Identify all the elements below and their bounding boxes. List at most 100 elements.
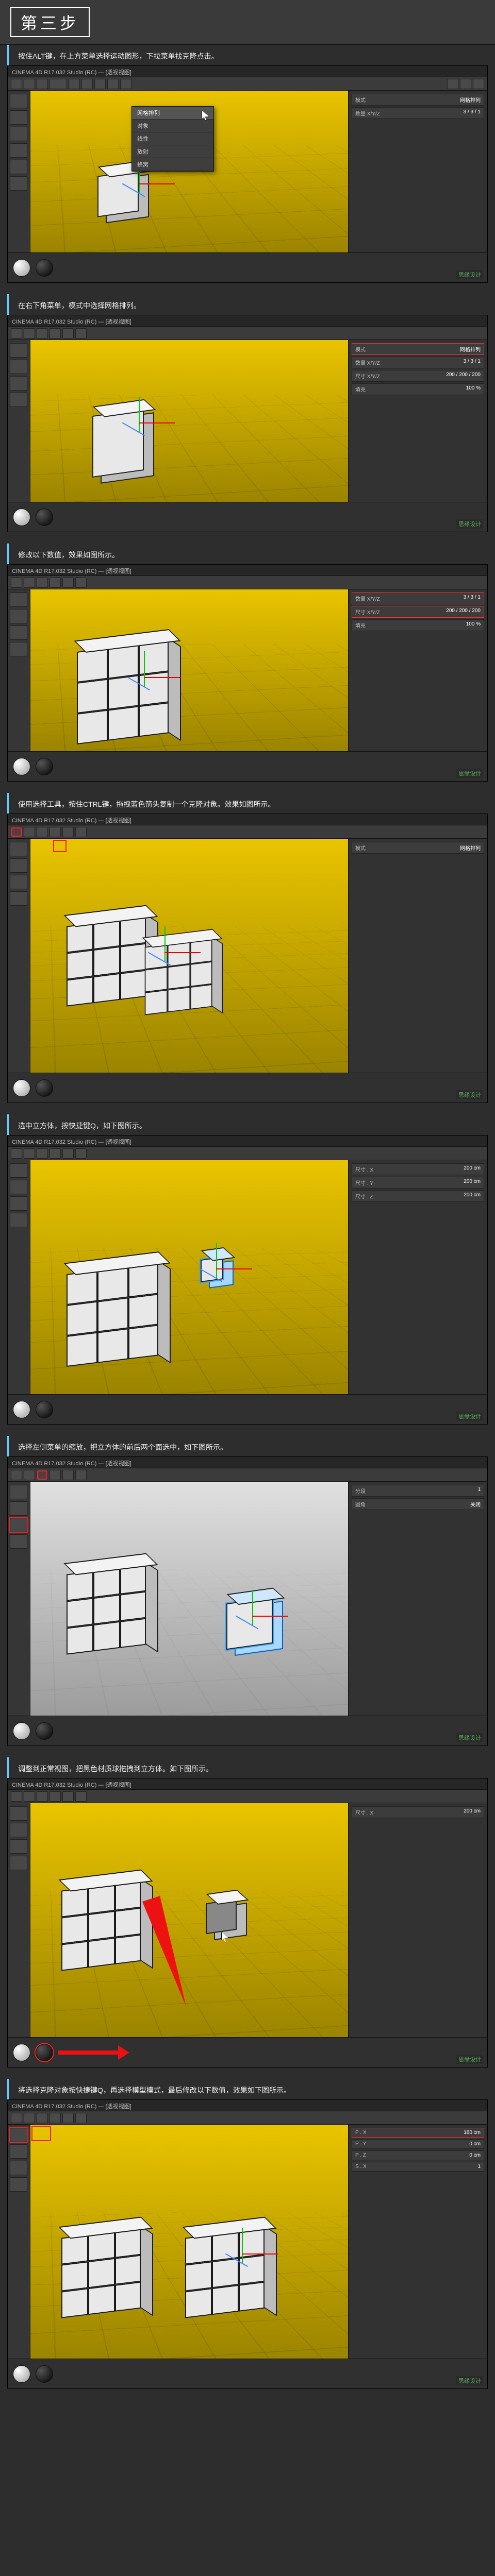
material-swatch[interactable] bbox=[13, 1079, 30, 1097]
material-swatch[interactable] bbox=[36, 509, 53, 526]
material-swatch[interactable] bbox=[36, 758, 53, 775]
axis-gizmo[interactable] bbox=[252, 1590, 253, 1626]
material-swatch[interactable] bbox=[13, 1722, 30, 1740]
cube-object[interactable] bbox=[92, 409, 144, 478]
tool-button[interactable] bbox=[10, 393, 27, 407]
scale-tool-button[interactable] bbox=[37, 1470, 48, 1480]
tool-button[interactable] bbox=[10, 1213, 27, 1227]
attr-row[interactable]: 尺寸 . Y200 cm bbox=[352, 1177, 484, 1189]
tool-button[interactable] bbox=[10, 1485, 27, 1499]
menu-item-clone[interactable]: 网格排列 bbox=[132, 107, 213, 120]
toolbar-button[interactable] bbox=[11, 1148, 22, 1159]
tool-button[interactable] bbox=[10, 2161, 27, 2175]
toolbar-button[interactable] bbox=[37, 1791, 48, 1802]
tool-button[interactable] bbox=[10, 1806, 27, 1821]
select-tool-button[interactable] bbox=[11, 827, 22, 837]
toolbar-button[interactable] bbox=[24, 328, 35, 338]
tool-button[interactable] bbox=[10, 94, 27, 108]
axis-gizmo[interactable] bbox=[164, 926, 166, 962]
material-swatch[interactable] bbox=[13, 2044, 30, 2061]
attr-row[interactable]: 填充100 % bbox=[352, 619, 484, 631]
cube-with-material[interactable] bbox=[206, 1899, 237, 1934]
toolbar-button[interactable] bbox=[37, 578, 48, 588]
toolbar-button[interactable] bbox=[11, 578, 22, 588]
clone-grid-3x3[interactable] bbox=[77, 640, 170, 744]
axis-gizmo[interactable] bbox=[139, 397, 140, 433]
toolbar-button[interactable] bbox=[447, 79, 458, 89]
attr-row[interactable]: P . Z0 cm bbox=[352, 2150, 484, 2160]
menu-item[interactable]: 线性 bbox=[132, 132, 213, 145]
tool-button[interactable] bbox=[10, 143, 27, 158]
toolbar-button[interactable] bbox=[62, 1470, 74, 1480]
menu-item[interactable]: 蜂窝 bbox=[132, 158, 213, 171]
toolbar-button[interactable] bbox=[24, 1148, 35, 1159]
material-swatch[interactable] bbox=[36, 1401, 53, 1418]
viewport[interactable] bbox=[30, 1482, 348, 1716]
clone-grid[interactable] bbox=[61, 1880, 142, 1971]
viewport[interactable]: 网格排列 对象 线性 放射 蜂窝 bbox=[30, 91, 348, 252]
attr-row[interactable]: 数量 X/Y/Z3 / 3 / 1 bbox=[352, 107, 484, 119]
toolbar-button[interactable] bbox=[94, 79, 106, 89]
attr-row[interactable]: 尺寸 . X200 cm bbox=[352, 1806, 484, 1818]
toolbar-button[interactable] bbox=[75, 1470, 87, 1480]
toolbar-button[interactable] bbox=[24, 2113, 35, 2123]
toolbar-button[interactable] bbox=[24, 578, 35, 588]
toolbar-button[interactable] bbox=[11, 2113, 22, 2123]
toolbar-button[interactable] bbox=[37, 79, 48, 89]
attr-row[interactable]: 数量 X/Y/Z3 / 3 / 1 bbox=[352, 592, 484, 604]
axis-gizmo[interactable] bbox=[242, 2228, 243, 2264]
material-swatch-black[interactable] bbox=[36, 2044, 53, 2061]
viewport[interactable] bbox=[30, 340, 348, 502]
tool-button[interactable] bbox=[10, 858, 27, 873]
menu-item[interactable]: 对象 bbox=[132, 120, 213, 132]
attr-row[interactable]: 数量 X/Y/Z3 / 3 / 1 bbox=[352, 357, 484, 368]
attr-row[interactable]: 尺寸 . Z200 cm bbox=[352, 1190, 484, 1202]
tool-button[interactable] bbox=[10, 127, 27, 141]
viewport[interactable] bbox=[30, 2125, 348, 2359]
tool-button[interactable] bbox=[10, 376, 27, 391]
toolbar-button[interactable] bbox=[473, 79, 484, 89]
attr-row[interactable]: 模式网格排列 bbox=[352, 94, 484, 106]
toolbar-button[interactable] bbox=[50, 1148, 61, 1159]
tool-button[interactable] bbox=[10, 592, 27, 607]
attr-row[interactable]: 圆角关闭 bbox=[352, 1498, 484, 1510]
toolbar-button[interactable] bbox=[50, 578, 61, 588]
tool-button[interactable] bbox=[10, 2177, 27, 2192]
viewport[interactable] bbox=[30, 589, 348, 751]
attr-row[interactable]: 分段1 bbox=[352, 1485, 484, 1497]
toolbar-button[interactable] bbox=[81, 79, 93, 89]
tool-button[interactable] bbox=[10, 1534, 27, 1549]
clone-grid-copy[interactable] bbox=[145, 939, 213, 1015]
toolbar-button[interactable] bbox=[37, 1148, 48, 1159]
axis-gizmo[interactable] bbox=[216, 1243, 217, 1279]
cube-object[interactable] bbox=[97, 170, 139, 217]
toolbar-button[interactable] bbox=[11, 328, 22, 338]
tool-button[interactable] bbox=[10, 625, 27, 640]
single-cube-selected[interactable] bbox=[201, 1257, 223, 1282]
toolbar-button[interactable] bbox=[75, 1791, 87, 1802]
toolbar-button[interactable] bbox=[62, 827, 74, 837]
toolbar-button[interactable] bbox=[50, 328, 61, 338]
tool-button[interactable] bbox=[10, 360, 27, 374]
attr-row[interactable]: 尺寸 . X200 cm bbox=[352, 1163, 484, 1175]
attr-row[interactable]: 尺寸 X/Y/Z200 / 200 / 200 bbox=[352, 370, 484, 382]
toolbar-button[interactable] bbox=[24, 79, 35, 89]
material-swatch[interactable] bbox=[36, 259, 53, 277]
toolbar-button[interactable] bbox=[460, 79, 471, 89]
tool-button[interactable] bbox=[10, 609, 27, 623]
toolbar-button[interactable] bbox=[50, 1791, 61, 1802]
tool-button[interactable] bbox=[10, 160, 27, 174]
tool-button[interactable] bbox=[10, 1839, 27, 1854]
toolbar-button[interactable] bbox=[50, 1470, 61, 1480]
viewport[interactable] bbox=[30, 1160, 348, 1394]
toolbar-button[interactable] bbox=[11, 79, 22, 89]
toolbar-button[interactable] bbox=[75, 328, 87, 338]
toolbar-button[interactable] bbox=[37, 827, 48, 837]
toolbar-button[interactable] bbox=[37, 328, 48, 338]
attr-row[interactable]: 填充100 % bbox=[352, 383, 484, 395]
clone-grid[interactable] bbox=[67, 916, 147, 1006]
clone-grid-2[interactable] bbox=[185, 2228, 266, 2318]
toolbar-button[interactable] bbox=[69, 79, 80, 89]
tool-button[interactable] bbox=[10, 1856, 27, 1870]
toolbar-button[interactable] bbox=[50, 2113, 61, 2123]
